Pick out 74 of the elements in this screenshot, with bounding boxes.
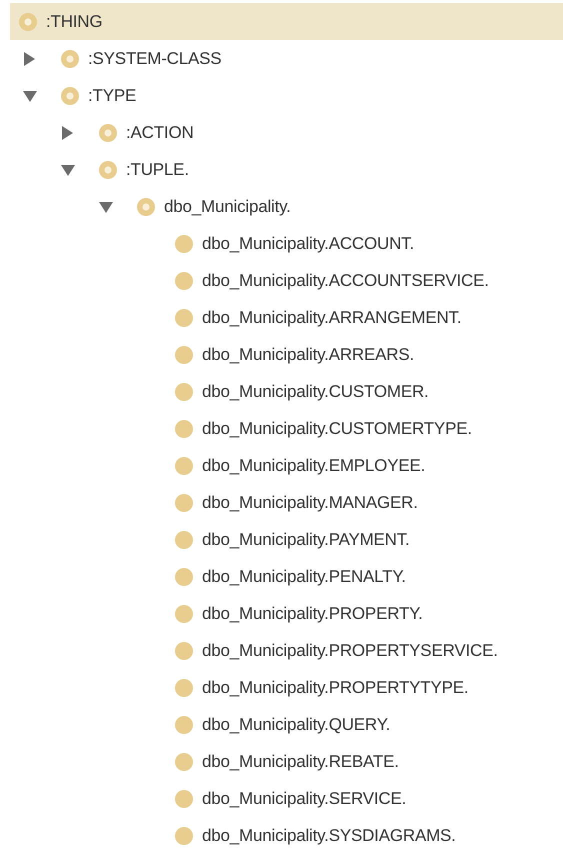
class-label: :SYSTEM-CLASS (88, 48, 222, 68)
tree-row[interactable]: dbo_Municipality.CUSTOMER. (10, 373, 563, 410)
class-label: dbo_Municipality.SERVICE. (202, 788, 406, 808)
class-dot-icon (174, 418, 194, 438)
class-dot-icon (174, 456, 194, 476)
class-label: dbo_Municipality.SYSDIAGRAMS. (202, 826, 456, 846)
tree-row[interactable]: dbo_Municipality.SERVICE. (10, 780, 563, 817)
class-label: dbo_Municipality.PROPERTYTYPE. (202, 678, 468, 698)
class-dot-icon (174, 382, 194, 402)
class-label: :TUPLE. (126, 160, 189, 180)
collapsed-triangle-icon[interactable] (22, 50, 36, 66)
class-label: dbo_Municipality.PENALTY. (202, 566, 406, 586)
class-ring-icon (60, 48, 80, 68)
selected-tree-row[interactable]: :THING (10, 3, 563, 40)
class-dot-icon (174, 308, 194, 328)
tree-row[interactable]: dbo_Municipality.PROPERTYSERVICE. (10, 632, 563, 669)
tree-row[interactable]: dbo_Municipality.ACCOUNT. (10, 225, 563, 262)
tree-row[interactable]: dbo_Municipality.SYSDIAGRAMS. (10, 817, 563, 848)
tree-row[interactable]: dbo_Municipality.MANAGER. (10, 484, 563, 521)
tree-row[interactable]: :ACTION (10, 114, 563, 151)
class-label: dbo_Municipality.MANAGER. (202, 492, 418, 512)
tree-row[interactable]: dbo_Municipality.CUSTOMERTYPE. (10, 410, 563, 447)
class-label: :THING (46, 12, 102, 32)
class-label: dbo_Municipality. (164, 196, 291, 216)
class-label: dbo_Municipality.CUSTOMER. (202, 382, 429, 402)
class-label: dbo_Municipality.ACCOUNTSERVICE. (202, 270, 489, 290)
class-dot-icon (174, 492, 194, 512)
class-dot-icon (174, 566, 194, 586)
class-label: dbo_Municipality.ARREARS. (202, 344, 414, 364)
class-dot-icon (174, 826, 194, 846)
class-label: dbo_Municipality.ACCOUNT. (202, 234, 414, 254)
tree-row[interactable]: dbo_Municipality. (10, 188, 563, 225)
tree-row[interactable]: dbo_Municipality.PAYMENT. (10, 521, 563, 558)
class-ring-icon (136, 196, 156, 216)
tree-row[interactable]: dbo_Municipality.ARREARS. (10, 336, 563, 373)
class-dot-icon (174, 234, 194, 254)
class-ring-icon (98, 160, 118, 180)
tree-row[interactable]: dbo_Municipality.PROPERTYTYPE. (10, 669, 563, 706)
tree-row[interactable]: dbo_Municipality.ARRANGEMENT. (10, 299, 563, 336)
class-label: dbo_Municipality.REBATE. (202, 752, 399, 772)
tree-row[interactable]: :SYSTEM-CLASS (10, 40, 563, 77)
class-ring-icon (18, 12, 38, 32)
class-dot-icon (174, 788, 194, 808)
tree-row[interactable]: dbo_Municipality.EMPLOYEE. (10, 447, 563, 484)
class-dot-icon (174, 530, 194, 550)
class-label: dbo_Municipality.EMPLOYEE. (202, 456, 426, 476)
class-label: dbo_Municipality.CUSTOMERTYPE. (202, 418, 472, 438)
tree-row[interactable]: :TYPE (10, 77, 563, 114)
class-label: :ACTION (126, 122, 194, 142)
class-dot-icon (174, 714, 194, 734)
class-ring-icon (60, 86, 80, 106)
tree-row[interactable]: dbo_Municipality.PROPERTY. (10, 595, 563, 632)
tree-row[interactable]: dbo_Municipality.PENALTY. (10, 558, 563, 595)
tree-row[interactable]: dbo_Municipality.ACCOUNTSERVICE. (10, 262, 563, 299)
class-label: dbo_Municipality.PROPERTY. (202, 604, 423, 624)
class-dot-icon (174, 678, 194, 698)
class-label: dbo_Municipality.ARRANGEMENT. (202, 308, 462, 328)
tree-row[interactable]: :TUPLE. (10, 151, 563, 188)
class-label: dbo_Municipality.PROPERTYSERVICE. (202, 640, 498, 660)
expanded-triangle-icon[interactable] (98, 200, 114, 214)
class-dot-icon (174, 270, 194, 290)
class-label: dbo_Municipality.PAYMENT. (202, 530, 410, 550)
class-ring-icon (98, 122, 118, 142)
expanded-triangle-icon[interactable] (22, 88, 38, 102)
tree-row[interactable]: dbo_Municipality.REBATE. (10, 743, 563, 780)
class-dot-icon (174, 752, 194, 772)
class-dot-icon (174, 640, 194, 660)
expanded-triangle-icon[interactable] (60, 162, 76, 176)
class-dot-icon (174, 604, 194, 624)
tree-row[interactable]: dbo_Municipality.QUERY. (10, 706, 563, 743)
class-dot-icon (174, 344, 194, 364)
collapsed-triangle-icon[interactable] (60, 124, 74, 140)
class-label: :TYPE (88, 86, 136, 106)
class-label: dbo_Municipality.QUERY. (202, 714, 390, 734)
